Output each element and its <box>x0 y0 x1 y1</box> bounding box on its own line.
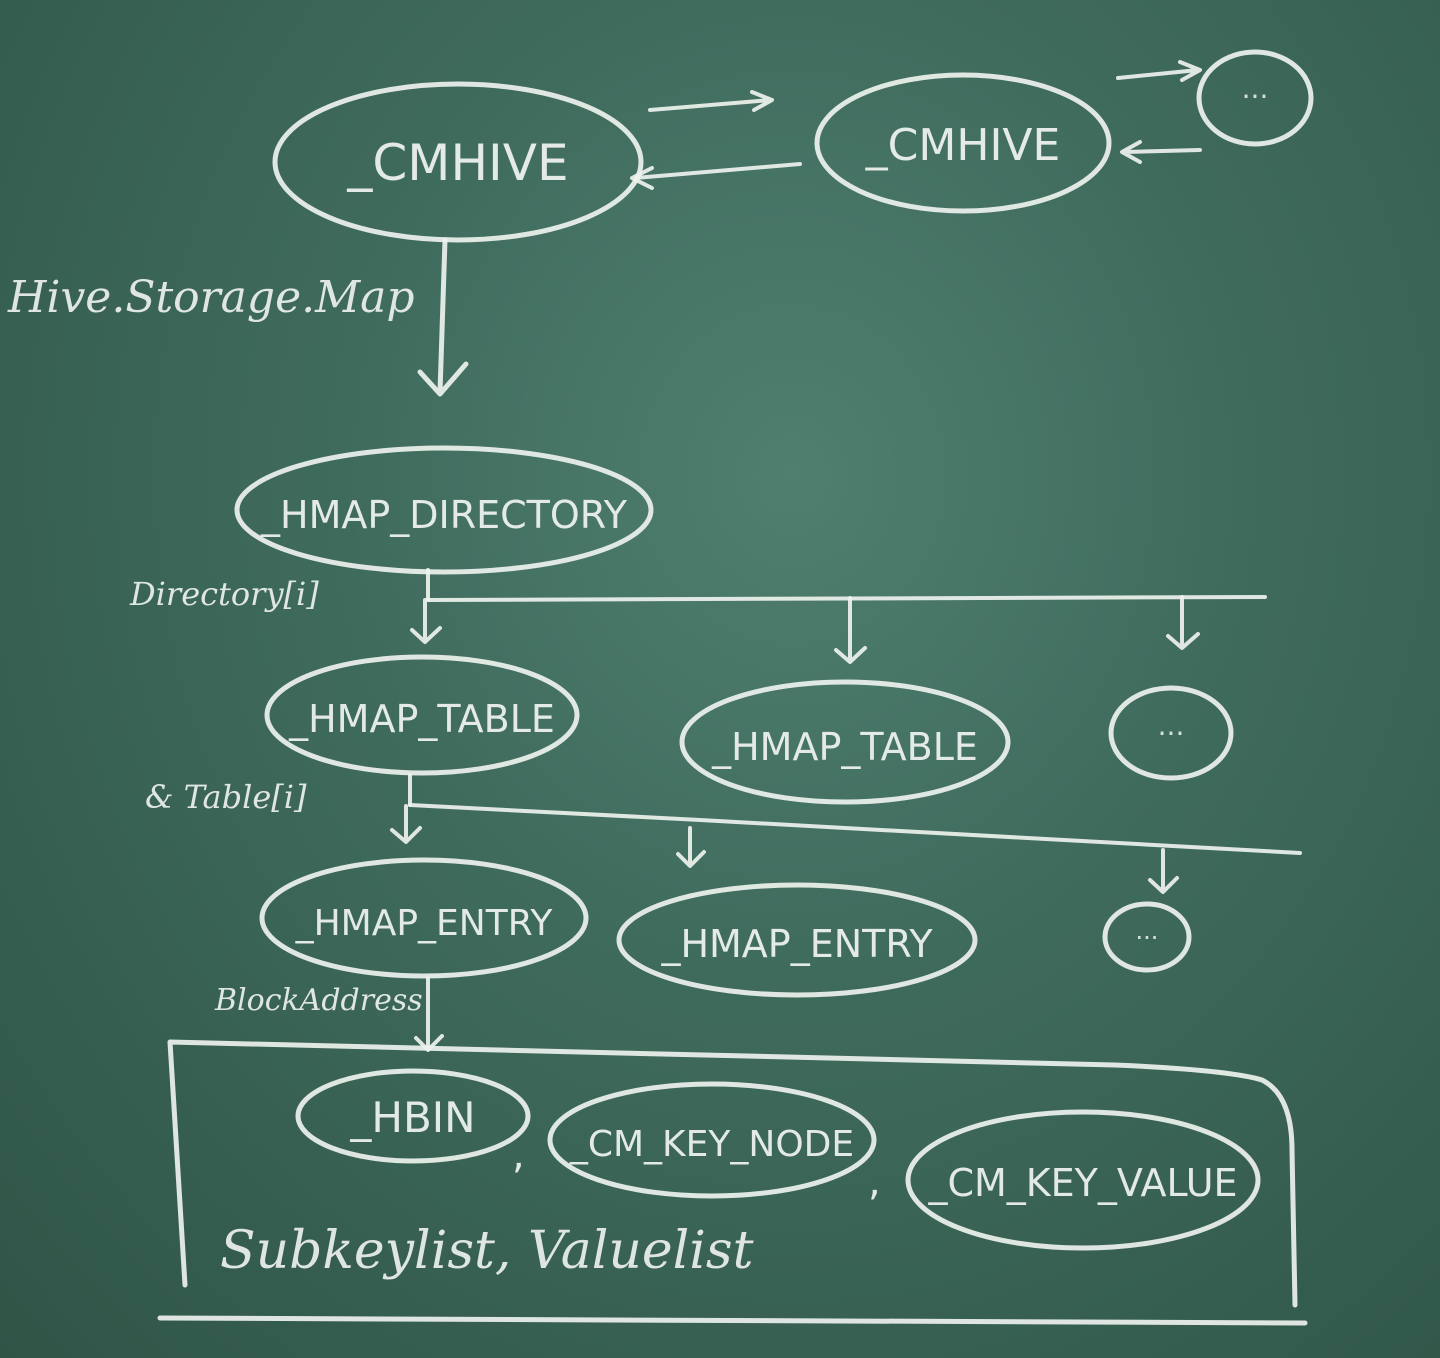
hbin-node: _HBIN <box>295 1068 531 1164</box>
storage-map-arrow <box>417 237 469 397</box>
hmap-directory-label: _HMAP_DIRECTORY <box>260 493 628 537</box>
backward-link-arrow-2 <box>1120 140 1202 164</box>
forward-link-arrow <box>648 90 774 112</box>
ellipsis-node-top-label: ... <box>1242 72 1269 105</box>
ellipsis-node-table-label: ... <box>1158 709 1185 742</box>
ellipsis-node-top: ... <box>1196 49 1314 147</box>
hmap-entry-2-label: _HMAP_ENTRY <box>660 922 933 966</box>
cm-key-node-node: _CM_KEY_NODE <box>547 1081 877 1199</box>
directory-index-label: Directory[i] <box>129 575 319 613</box>
hbin-label: _HBIN <box>349 1093 475 1142</box>
hmap-table-1-label: _HMAP_TABLE <box>288 697 555 741</box>
cm-key-value-node: _CM_KEY_VALUE <box>905 1109 1261 1251</box>
branch-arrow-entry-1 <box>390 804 422 844</box>
hmap-directory-node: _HMAP_DIRECTORY <box>234 445 654 575</box>
hmap-table-node-1: _HMAP_TABLE <box>264 654 580 776</box>
hmap-entry-node-1: _HMAP_ENTRY <box>259 857 589 979</box>
hmap-entry-node-2: _HMAP_ENTRY <box>616 882 978 998</box>
chalkboard-diagram: _CMHIVE _CMHIVE ... Hive.Storage.Map _HM… <box>7 49 1314 1326</box>
ellipsis-node-table: ... <box>1108 685 1234 781</box>
comma-1: , <box>512 1132 525 1178</box>
ellipsis-node-entry-label: ... <box>1136 917 1159 945</box>
branch-arrow-entry-3 <box>1148 848 1179 894</box>
branch-arrow-entry-2 <box>676 826 706 868</box>
hmap-table-node-2: _HMAP_TABLE <box>679 679 1011 805</box>
hmap-entry-1-label: _HMAP_ENTRY <box>295 903 554 944</box>
cmhive-node-2: _CMHIVE <box>814 72 1112 214</box>
cmhive-node-2-label: _CMHIVE <box>865 120 1061 171</box>
cm-key-node-label: _CM_KEY_NODE <box>569 1124 854 1165</box>
cmhive-node-1-label: _CMHIVE <box>346 134 568 192</box>
backward-link-arrow <box>630 162 802 190</box>
cm-key-value-label: _CM_KEY_VALUE <box>927 1161 1237 1205</box>
subkeylist-valuelist-label: Subkeylist, Valuelist <box>220 1221 754 1281</box>
hmap-table-2-label: _HMAP_TABLE <box>711 725 978 769</box>
branch-arrow-table-1 <box>410 598 442 644</box>
directory-branch <box>410 568 1267 664</box>
branch-arrow-table-3 <box>1166 595 1200 650</box>
table-index-label: & Table[i] <box>145 778 307 816</box>
ellipsis-node-entry: ... <box>1102 901 1192 973</box>
cmhive-node-1: _CMHIVE <box>272 81 644 243</box>
forward-link-arrow-2 <box>1116 60 1202 82</box>
branch-arrow-table-2 <box>834 596 867 664</box>
storage-map-label: Hive.Storage.Map <box>7 272 415 323</box>
comma-2: , <box>868 1159 881 1205</box>
block-address-label: BlockAddress <box>214 983 423 1018</box>
